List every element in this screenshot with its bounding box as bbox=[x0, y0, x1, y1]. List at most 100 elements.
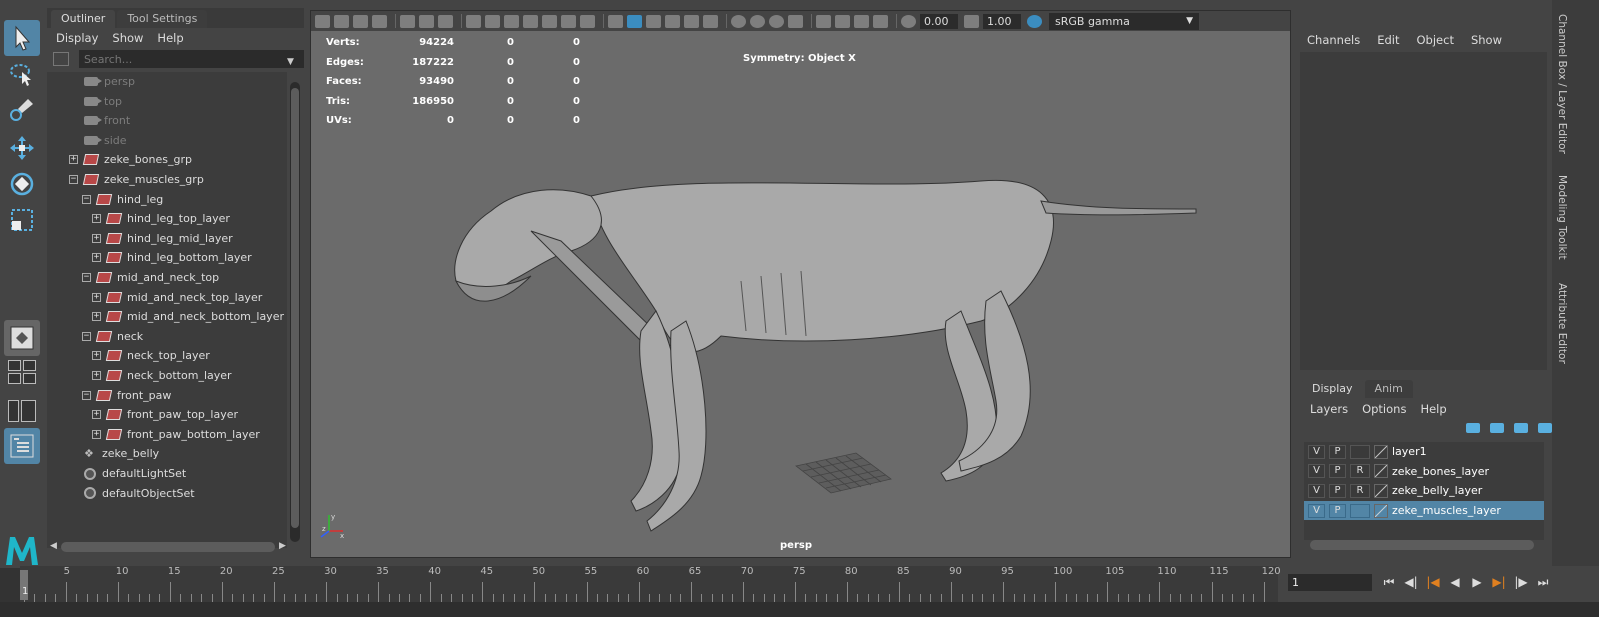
playback-toggle-button[interactable]: P bbox=[1329, 483, 1346, 498]
outliner-item[interactable]: + hind_leg_bottom_layer bbox=[92, 248, 252, 267]
color-management-toggle-icon[interactable] bbox=[1027, 14, 1042, 28]
expand-icon[interactable]: + bbox=[92, 429, 101, 439]
tab-tool-settings[interactable]: Tool Settings bbox=[117, 10, 208, 28]
motion-blur-icon[interactable] bbox=[750, 14, 765, 28]
ambient-occlusion-icon[interactable] bbox=[731, 14, 746, 28]
outliner-search-input[interactable] bbox=[78, 50, 304, 68]
gamma-icon[interactable] bbox=[964, 14, 979, 28]
pencil-icon[interactable] bbox=[438, 14, 453, 28]
menu-edit[interactable]: Edit bbox=[1377, 33, 1399, 47]
grid-icon[interactable] bbox=[466, 14, 481, 28]
outliner-horizontal-scrollbar[interactable] bbox=[61, 542, 275, 552]
search-options-chevron-icon[interactable]: ▼ bbox=[287, 57, 294, 67]
outliner-item[interactable]: + mid_and_neck_bottom_layer bbox=[92, 307, 284, 326]
outliner-item[interactable]: + front_paw_bottom_layer bbox=[92, 425, 260, 444]
reference-toggle-button[interactable] bbox=[1350, 503, 1370, 518]
select-tool-button[interactable] bbox=[4, 20, 40, 56]
expand-icon[interactable]: + bbox=[92, 410, 101, 420]
move-layer-up-icon[interactable] bbox=[1466, 423, 1480, 433]
time-ruler[interactable]: 5 10 15 20 25 30 35 40 45 50 55 60 65 70 75 80 85 90 95 100… bbox=[20, 566, 1281, 602]
expand-icon[interactable]: + bbox=[69, 155, 78, 165]
animal-muscle-model[interactable] bbox=[441, 161, 1201, 541]
rotate-tool-button[interactable] bbox=[4, 166, 40, 202]
step-back-key-icon[interactable]: |◀ bbox=[1424, 573, 1442, 591]
expand-icon[interactable]: + bbox=[92, 371, 101, 380]
reference-toggle-button[interactable] bbox=[1350, 444, 1370, 459]
tab-anim[interactable]: Anim bbox=[1364, 380, 1413, 398]
outliner-item[interactable]: front bbox=[84, 111, 130, 130]
expand-icon[interactable]: + bbox=[92, 292, 101, 302]
reference-toggle-button[interactable]: R bbox=[1350, 464, 1370, 479]
move-tool-button[interactable] bbox=[4, 130, 40, 166]
exposure-field[interactable]: 0.00 bbox=[920, 13, 958, 29]
step-back-frame-icon[interactable]: ◀| bbox=[1402, 573, 1420, 591]
outliner-item[interactable]: persp bbox=[84, 72, 135, 91]
xray-components-icon[interactable] bbox=[873, 14, 888, 28]
expand-icon[interactable]: + bbox=[92, 351, 101, 361]
outliner-item[interactable]: + hind_leg_mid_layer bbox=[92, 229, 233, 248]
outliner-item[interactable]: + neck_bottom_layer bbox=[92, 366, 232, 385]
outliner-item[interactable]: − zeke_muscles_grp bbox=[69, 170, 204, 189]
single-perspective-view-button[interactable] bbox=[4, 320, 40, 356]
playback-toggle-button[interactable]: P bbox=[1329, 444, 1346, 459]
layer-color-swatch-icon[interactable] bbox=[1374, 444, 1388, 459]
xray-joints-icon[interactable] bbox=[854, 14, 869, 28]
filter-toggle-icon[interactable] bbox=[53, 52, 69, 66]
playback-toggle-button[interactable]: P bbox=[1329, 503, 1346, 518]
visibility-toggle-button[interactable]: V bbox=[1308, 483, 1325, 498]
layer-color-swatch-icon[interactable] bbox=[1374, 464, 1388, 479]
layer-color-swatch-icon[interactable] bbox=[1374, 483, 1388, 498]
outliner-item[interactable]: defaultObjectSet bbox=[84, 484, 195, 503]
lighting-icon[interactable] bbox=[684, 14, 699, 28]
step-forward-key-icon[interactable]: ▶| bbox=[1490, 573, 1508, 591]
playback-toggle-button[interactable]: P bbox=[1329, 464, 1346, 479]
layer-row[interactable]: V P Rzeke_belly_layer bbox=[1304, 481, 1544, 501]
current-frame-field[interactable]: 1 bbox=[1288, 574, 1372, 591]
menu-channels[interactable]: Channels bbox=[1307, 33, 1360, 47]
scale-tool-button[interactable] bbox=[4, 202, 40, 238]
menu-help[interactable]: Help bbox=[1420, 402, 1446, 416]
paint-select-tool-button[interactable] bbox=[4, 92, 40, 128]
lasso-tool-button[interactable] bbox=[4, 56, 40, 92]
bookmark-icon[interactable] bbox=[353, 14, 368, 28]
expand-icon[interactable]: + bbox=[92, 253, 101, 263]
outliner-item[interactable]: defaultLightSet bbox=[84, 464, 186, 483]
channel-box-area[interactable] bbox=[1300, 52, 1547, 370]
camera-attributes-icon[interactable] bbox=[334, 14, 349, 28]
field-chart-icon[interactable] bbox=[542, 14, 557, 28]
move-layer-down-icon[interactable] bbox=[1490, 423, 1504, 433]
collapse-icon[interactable]: − bbox=[82, 390, 91, 400]
gamma-field[interactable]: 1.00 bbox=[983, 13, 1021, 29]
range-slider[interactable] bbox=[0, 602, 1599, 617]
safe-action-icon[interactable] bbox=[561, 14, 576, 28]
menu-show[interactable]: Show bbox=[112, 31, 143, 45]
outliner-item[interactable]: top bbox=[84, 92, 122, 111]
new-empty-layer-icon[interactable] bbox=[1514, 423, 1528, 433]
2d-pan-zoom-icon[interactable] bbox=[419, 14, 434, 28]
textured-icon[interactable] bbox=[665, 14, 680, 28]
viewport-panel[interactable]: 0.00 1.00 sRGB gamma Verts:9422400Edges:… bbox=[310, 10, 1291, 558]
side-tab-modeling-toolkit[interactable]: Modeling Toolkit bbox=[1554, 175, 1568, 260]
collapse-icon[interactable]: − bbox=[82, 331, 91, 341]
collapse-icon[interactable]: − bbox=[82, 273, 91, 282]
menu-options[interactable]: Options bbox=[1362, 402, 1406, 416]
depth-of-field-icon[interactable] bbox=[788, 14, 803, 28]
grease-pencil-icon[interactable] bbox=[400, 14, 415, 28]
xray-icon[interactable] bbox=[835, 14, 850, 28]
outliner-scroll-thumb[interactable] bbox=[291, 88, 299, 528]
expand-icon[interactable]: + bbox=[92, 312, 101, 322]
outliner-item[interactable]: + front_paw_top_layer bbox=[92, 405, 238, 424]
scroll-right-arrow-icon[interactable]: ▶ bbox=[279, 541, 286, 551]
expand-icon[interactable]: + bbox=[92, 214, 101, 224]
shadows-icon[interactable] bbox=[703, 14, 718, 28]
expand-icon[interactable]: + bbox=[92, 233, 101, 243]
visibility-toggle-button[interactable]: V bbox=[1308, 444, 1325, 459]
outliner-vertical-scrollbar[interactable] bbox=[290, 82, 300, 542]
visibility-toggle-button[interactable]: V bbox=[1308, 464, 1325, 479]
outliner-item[interactable]: ❖ zeke_belly bbox=[84, 444, 159, 463]
two-view-layout-button[interactable] bbox=[8, 400, 36, 422]
new-layer-from-selection-icon[interactable] bbox=[1538, 423, 1552, 433]
outliner-item[interactable]: + hind_leg_top_layer bbox=[92, 209, 230, 228]
side-tab-channel-box[interactable]: Channel Box / Layer Editor bbox=[1554, 14, 1568, 154]
isolate-select-icon[interactable] bbox=[816, 14, 831, 28]
